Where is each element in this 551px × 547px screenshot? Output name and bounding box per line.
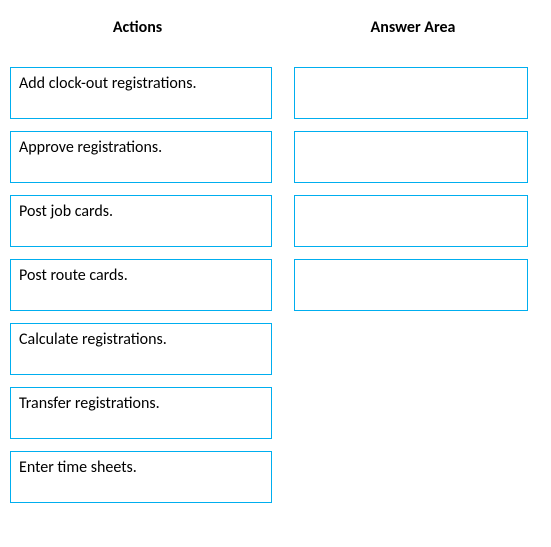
action-item-enter-time-sheets[interactable]: Enter time sheets. <box>10 451 272 503</box>
action-item-approve-registrations[interactable]: Approve registrations. <box>10 131 272 183</box>
action-item-post-job-cards[interactable]: Post job cards. <box>10 195 272 247</box>
action-item-label: Post route cards. <box>19 266 128 285</box>
action-item-add-clock-out[interactable]: Add clock-out registrations. <box>10 67 272 119</box>
answer-area-header: Answer Area <box>275 18 551 37</box>
action-item-label: Add clock-out registrations. <box>19 74 197 93</box>
action-item-label: Post job cards. <box>19 202 113 221</box>
action-item-label: Enter time sheets. <box>19 458 137 477</box>
action-item-transfer-registrations[interactable]: Transfer registrations. <box>10 387 272 439</box>
action-item-label: Calculate registrations. <box>19 330 167 349</box>
answer-area-column <box>294 67 528 503</box>
answer-slot[interactable] <box>294 259 528 311</box>
action-item-label: Approve registrations. <box>19 138 162 157</box>
action-item-calculate-registrations[interactable]: Calculate registrations. <box>10 323 272 375</box>
actions-column: Add clock-out registrations. Approve reg… <box>10 67 272 503</box>
action-item-post-route-cards[interactable]: Post route cards. <box>10 259 272 311</box>
action-item-label: Transfer registrations. <box>19 394 160 413</box>
actions-header: Actions <box>0 18 275 37</box>
answer-slot[interactable] <box>294 67 528 119</box>
answer-slot[interactable] <box>294 195 528 247</box>
answer-slot[interactable] <box>294 131 528 183</box>
